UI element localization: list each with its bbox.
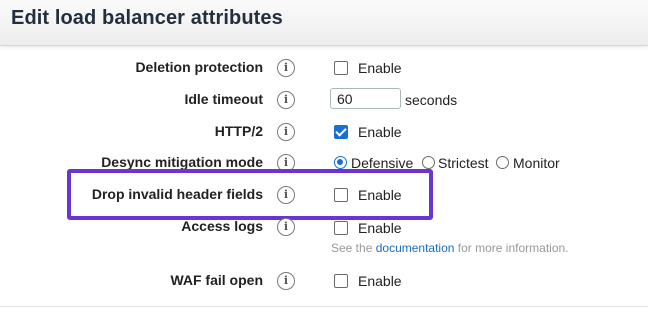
info-icon[interactable]: i bbox=[277, 218, 295, 236]
info-icon[interactable]: i bbox=[277, 123, 295, 141]
desync-strictest-label[interactable]: Strictest bbox=[438, 155, 489, 171]
documentation-link[interactable]: documentation bbox=[376, 241, 455, 255]
info-icon[interactable]: i bbox=[277, 272, 295, 290]
divider bbox=[0, 306, 648, 307]
access-logs-checkbox[interactable] bbox=[334, 221, 348, 235]
deletion-protection-enable-label[interactable]: Enable bbox=[358, 60, 402, 76]
http2-label: HTTP/2 bbox=[214, 123, 263, 139]
access-logs-enable-label[interactable]: Enable bbox=[358, 220, 402, 236]
waf-fail-open-label: WAF fail open bbox=[170, 272, 263, 288]
access-logs-note: See the documentation for more informati… bbox=[331, 241, 569, 255]
info-icon[interactable]: i bbox=[277, 59, 295, 77]
idle-timeout-unit: seconds bbox=[405, 92, 458, 108]
idle-timeout-input[interactable] bbox=[330, 88, 401, 109]
drop-invalid-header-checkbox[interactable] bbox=[334, 188, 348, 202]
deletion-protection-checkbox[interactable] bbox=[334, 61, 348, 75]
drop-invalid-header-label: Drop invalid header fields bbox=[91, 186, 263, 202]
drop-invalid-header-row: Drop invalid header fields i Enable bbox=[0, 182, 648, 208]
waf-fail-open-checkbox[interactable] bbox=[334, 274, 348, 288]
waf-fail-open-enable-label[interactable]: Enable bbox=[358, 273, 402, 289]
access-logs-label: Access logs bbox=[181, 218, 263, 234]
http2-row: HTTP/2 i Enable bbox=[0, 119, 648, 145]
deletion-protection-label: Deletion protection bbox=[135, 59, 263, 75]
desync-monitor-label[interactable]: Monitor bbox=[513, 155, 560, 171]
note-suffix: for more information. bbox=[457, 241, 569, 255]
page-header: Edit load balancer attributes bbox=[0, 0, 648, 46]
note-prefix: See the bbox=[331, 241, 373, 255]
desync-monitor-radio[interactable] bbox=[496, 156, 509, 169]
drop-invalid-header-enable-label[interactable]: Enable bbox=[358, 187, 402, 203]
http2-enable-label[interactable]: Enable bbox=[358, 124, 402, 140]
desync-mitigation-label: Desync mitigation mode bbox=[101, 154, 263, 170]
access-logs-row: Access logs i Enable bbox=[0, 215, 648, 241]
idle-timeout-label: Idle timeout bbox=[184, 91, 263, 107]
waf-fail-open-row: WAF fail open i Enable bbox=[0, 268, 648, 294]
page-title: Edit load balancer attributes bbox=[11, 7, 283, 29]
idle-timeout-row: Idle timeout i seconds bbox=[0, 87, 648, 113]
info-icon[interactable]: i bbox=[277, 186, 295, 204]
deletion-protection-row: Deletion protection i Enable bbox=[0, 55, 648, 81]
info-icon[interactable]: i bbox=[277, 91, 295, 109]
http2-checkbox[interactable] bbox=[334, 125, 348, 139]
desync-defensive-radio[interactable] bbox=[334, 156, 347, 169]
desync-strictest-radio[interactable] bbox=[422, 156, 435, 169]
